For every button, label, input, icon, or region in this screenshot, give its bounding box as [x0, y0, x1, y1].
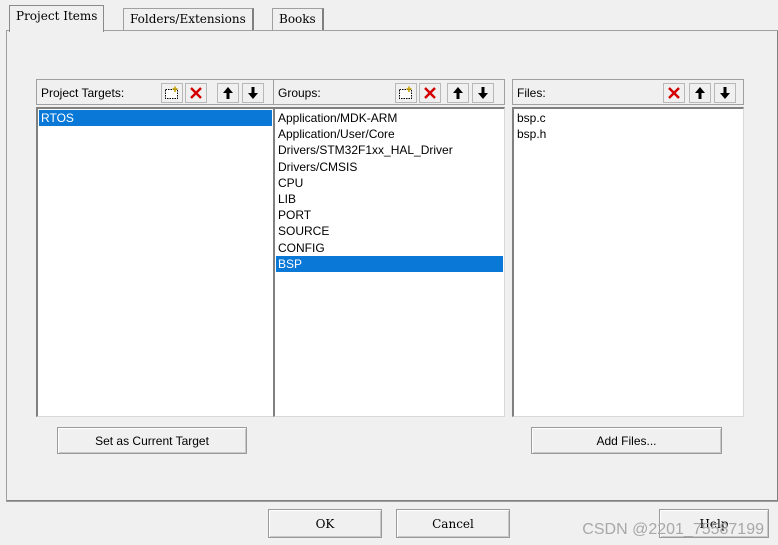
move-group-down-button[interactable]: [472, 83, 494, 103]
files-list[interactable]: bsp.c bsp.h: [512, 107, 744, 417]
project-targets-header: Project Targets:: [36, 79, 274, 105]
list-item[interactable]: SOURCE: [276, 223, 503, 239]
new-item-icon: [165, 86, 178, 99]
arrow-down-icon: [248, 87, 258, 99]
list-item[interactable]: RTOS: [39, 110, 272, 127]
project-targets-label: Project Targets:: [41, 86, 125, 100]
tab-panel: Project Targets: RTOS Groups: Applicatio…: [6, 30, 778, 502]
watermark: CSDN @2201_75587199: [582, 521, 764, 538]
list-item[interactable]: Drivers/STM32F1xx_HAL_Driver: [276, 142, 503, 158]
add-files-button[interactable]: Add Files...: [531, 427, 722, 454]
delete-group-button[interactable]: [419, 83, 441, 103]
move-file-down-button[interactable]: [714, 83, 736, 103]
list-item[interactable]: BSP: [276, 255, 503, 272]
list-item[interactable]: PORT: [276, 207, 503, 223]
new-item-icon: [399, 86, 412, 99]
move-target-up-button[interactable]: [217, 83, 239, 103]
tab-folders-extensions[interactable]: Folders/Extensions: [123, 8, 254, 30]
new-group-button[interactable]: [395, 83, 417, 103]
cancel-button[interactable]: Cancel: [396, 509, 510, 538]
tab-project-items[interactable]: Project Items: [9, 5, 105, 32]
groups-header: Groups:: [273, 79, 505, 105]
list-item[interactable]: LIB: [276, 191, 503, 207]
targets-list[interactable]: RTOS: [36, 107, 274, 417]
list-item[interactable]: bsp.h: [515, 126, 742, 142]
list-item[interactable]: bsp.c: [515, 110, 742, 126]
delete-file-button[interactable]: [663, 83, 685, 103]
arrow-up-icon: [695, 87, 705, 99]
delete-icon: [190, 87, 202, 99]
arrow-down-icon: [478, 87, 488, 99]
files-group: Files: bsp.c bsp.h: [512, 79, 744, 419]
groups-group: Groups: Application/MDK-ARM Application/…: [273, 79, 505, 419]
files-label: Files:: [517, 86, 546, 100]
set-current-target-button[interactable]: Set as Current Target: [57, 427, 247, 454]
delete-icon: [424, 87, 436, 99]
groups-list[interactable]: Application/MDK-ARM Application/User/Cor…: [273, 107, 505, 417]
list-item[interactable]: Application/User/Core: [276, 126, 503, 142]
move-group-up-button[interactable]: [447, 83, 469, 103]
list-item[interactable]: CPU: [276, 175, 503, 191]
list-item[interactable]: CONFIG: [276, 240, 503, 256]
delete-target-button[interactable]: [185, 83, 207, 103]
files-header: Files:: [512, 79, 744, 105]
list-item[interactable]: Drivers/CMSIS: [276, 159, 503, 175]
groups-label: Groups:: [278, 86, 321, 100]
project-targets-group: Project Targets: RTOS: [36, 79, 274, 419]
new-target-button[interactable]: [161, 83, 183, 103]
delete-icon: [668, 87, 680, 99]
arrow-down-icon: [720, 87, 730, 99]
tab-books[interactable]: Books: [272, 8, 324, 30]
ok-button[interactable]: OK: [268, 509, 382, 538]
move-target-down-button[interactable]: [242, 83, 264, 103]
move-file-up-button[interactable]: [689, 83, 711, 103]
arrow-up-icon: [453, 87, 463, 99]
arrow-up-icon: [223, 87, 233, 99]
list-item[interactable]: Application/MDK-ARM: [276, 110, 503, 126]
